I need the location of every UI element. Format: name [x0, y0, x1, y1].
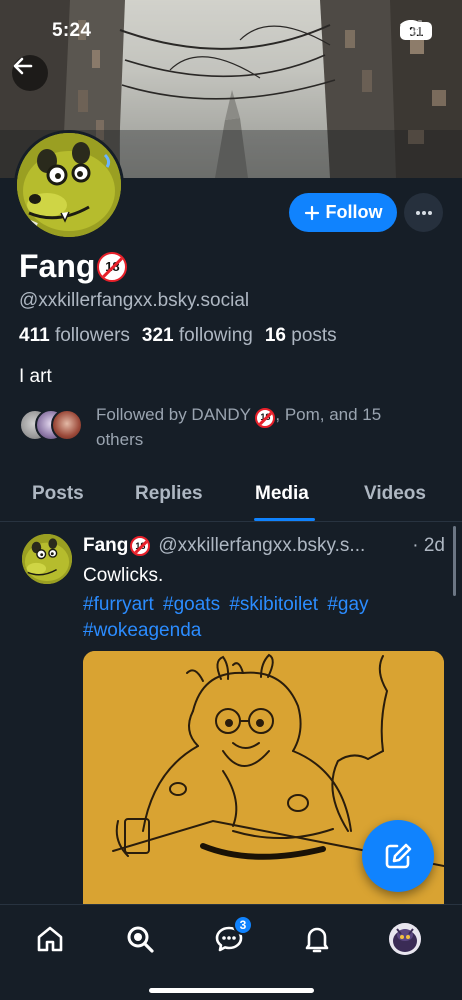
follow-label: Follow — [325, 202, 383, 222]
nav-profile-avatar — [389, 923, 421, 955]
arrow-left-icon — [13, 57, 33, 75]
hashtag-link[interactable]: #goats — [163, 594, 220, 615]
follow-button[interactable]: Follow — [289, 193, 397, 232]
nav-chat[interactable]: 3 — [209, 915, 253, 959]
avatar-illustration — [17, 133, 121, 237]
post-header: Fang 18 @xxkillerfangxx.bsky.s... · 2d — [83, 535, 445, 557]
compose-icon — [385, 843, 412, 869]
followed-by-prefix: Followed by DANDY — [96, 405, 251, 424]
profile-stats: 411 followers 321 following 16 posts — [19, 325, 349, 347]
profile-handle: @xxkillerfangxx.bsky.social — [19, 290, 250, 311]
wifi-icon — [400, 20, 422, 35]
posts-stat: 16 posts — [265, 325, 337, 347]
tab-videos[interactable]: Videos — [364, 483, 426, 505]
more-options-button[interactable] — [404, 193, 443, 232]
profile-bio: I art — [19, 366, 52, 387]
posts-count: 16 — [264, 325, 286, 346]
ellipsis-icon — [415, 210, 432, 215]
followers-count: 411 — [19, 325, 50, 346]
search-icon — [127, 926, 154, 953]
status-time: 5:24 — [52, 20, 92, 41]
back-button[interactable] — [12, 55, 48, 91]
avatar-illustration — [22, 534, 72, 584]
tab-replies[interactable]: Replies — [135, 483, 203, 505]
hashtag-link[interactable]: #furryart — [83, 594, 154, 615]
posts-label: posts — [291, 325, 337, 346]
post-hashtags: #furryart #goats #skibitoilet #gay #woke… — [83, 592, 423, 644]
nav-profile[interactable] — [385, 919, 425, 959]
chat-badge: 3 — [233, 915, 253, 935]
status-icons: 81 — [400, 20, 432, 42]
follower-avatars — [19, 403, 89, 443]
display-name-text: Fang — [19, 248, 96, 284]
followers-stat[interactable]: 411 followers — [19, 325, 130, 347]
followed-by-text: Followed by DANDY 18, Pom, and 15 others — [96, 403, 416, 451]
active-tab-indicator — [254, 518, 315, 521]
post-text: Cowlicks. — [83, 565, 164, 586]
compose-post-button[interactable] — [362, 820, 434, 892]
plus-icon — [304, 205, 319, 220]
age-restricted-icon: 18 — [97, 251, 128, 282]
follower-avatar — [51, 409, 83, 441]
post-author-name: Fang — [83, 535, 129, 556]
profile-tabs: Posts Replies Media Videos — [0, 472, 462, 522]
bell-icon — [305, 927, 329, 953]
tab-media[interactable]: Media — [255, 483, 309, 505]
following-stat[interactable]: 321 following — [142, 325, 253, 347]
nav-search[interactable] — [120, 919, 160, 959]
followers-label: followers — [54, 325, 130, 346]
profile-avatar[interactable] — [14, 130, 124, 240]
home-icon — [37, 926, 63, 952]
age-restricted-icon: 18 — [130, 536, 151, 556]
bottom-navigation: 3 — [0, 904, 462, 1000]
post-author-avatar[interactable] — [22, 534, 72, 584]
post-author[interactable]: Fang 18 — [83, 535, 151, 557]
following-label: following — [178, 325, 253, 346]
following-count: 321 — [141, 325, 174, 346]
tab-posts[interactable]: Posts — [32, 483, 84, 505]
hashtag-link[interactable]: #wokeagenda — [83, 620, 201, 641]
scrollbar[interactable] — [453, 526, 456, 596]
post-timestamp: · 2d — [412, 535, 445, 556]
followed-by-section[interactable]: Followed by DANDY 18, Pom, and 15 others — [19, 403, 416, 451]
nav-notifications[interactable] — [297, 919, 337, 959]
post-handle[interactable]: @xxkillerfangxx.bsky.s... — [158, 535, 365, 557]
avatar-illustration — [389, 923, 421, 955]
display-name: Fang 18 — [19, 248, 128, 285]
hashtag-link[interactable]: #skibitoilet — [229, 594, 318, 615]
home-indicator[interactable] — [149, 988, 314, 993]
nav-home[interactable] — [30, 919, 70, 959]
age-restricted-icon: 18 — [255, 407, 276, 428]
hashtag-link[interactable]: #gay — [327, 594, 368, 615]
